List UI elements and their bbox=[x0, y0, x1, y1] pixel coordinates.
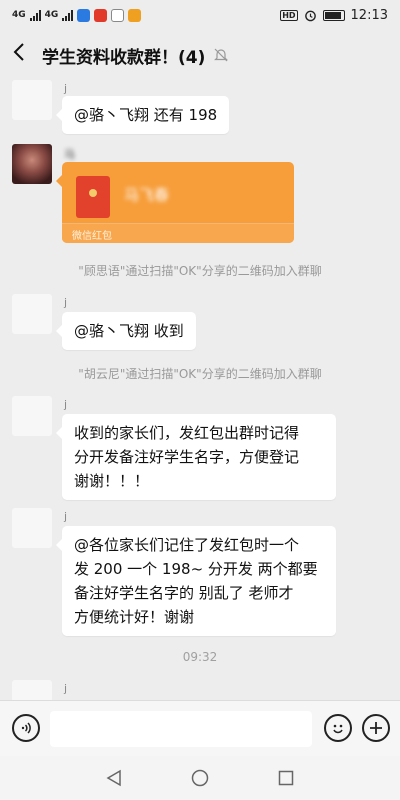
red-packet-footer: 微信红包 bbox=[62, 223, 294, 243]
mute-bell-icon bbox=[214, 48, 229, 62]
sender-name: j bbox=[64, 510, 68, 523]
signal-label-2: 4G bbox=[44, 9, 59, 20]
plus-more-icon[interactable] bbox=[362, 714, 390, 742]
nav-home-icon[interactable] bbox=[190, 768, 210, 788]
status-time: 12:13 bbox=[350, 7, 388, 23]
system-notice: "顾思语"通过扫描"OK"分享的二维码加入群聊 bbox=[78, 264, 322, 278]
emoji-icon[interactable] bbox=[324, 714, 352, 742]
nav-recents-icon[interactable] bbox=[276, 768, 296, 788]
message-list[interactable]: j @骆丶飞翔 还有 198 马 马飞春 微信红包 "顾思语"通过扫描"OK"分… bbox=[0, 80, 400, 700]
timestamp: 09:32 bbox=[182, 650, 218, 664]
sender-name: j bbox=[64, 296, 68, 309]
message-line: 收到的家长们，发红包出群时记得 bbox=[74, 424, 300, 442]
nav-back-icon[interactable] bbox=[104, 768, 124, 788]
message-bubble[interactable]: 收到的家长们，发红包出群时记得 分开发备注好学生名字，方便登记 谢谢！！！ bbox=[56, 414, 336, 500]
message-line: @各位家长们记住了发红包时一个 bbox=[74, 536, 300, 554]
red-packet-message[interactable]: 马飞春 微信红包 bbox=[56, 162, 294, 243]
avatar[interactable] bbox=[12, 80, 52, 120]
input-bar bbox=[0, 700, 400, 756]
status-right: HD 12:13 bbox=[280, 8, 388, 23]
app-notification-icon bbox=[77, 8, 91, 22]
message-bubble[interactable]: @各位家长们记住了发红包时一个 发 200 一个 198~ 分开发 两个都要 备… bbox=[56, 526, 336, 636]
red-packet-icon bbox=[76, 176, 110, 218]
battery-icon bbox=[322, 9, 345, 21]
system-nav-bar bbox=[0, 756, 400, 800]
sender-name: 马 bbox=[64, 148, 75, 161]
avatar[interactable] bbox=[12, 680, 52, 700]
news-app-icon bbox=[94, 8, 108, 22]
message-input[interactable] bbox=[50, 711, 312, 747]
chat-title: 学生资料收款群！(4) bbox=[42, 47, 206, 68]
message-bubble[interactable]: @骆丶飞翔 收到 bbox=[56, 312, 196, 350]
message-line: 备注好学生名字的 别乱了 老师才 bbox=[74, 584, 294, 602]
taobao-icon bbox=[128, 8, 142, 22]
red-packet-title: 马飞春 bbox=[124, 186, 170, 204]
hd-icon: HD bbox=[280, 9, 298, 21]
message-line: 谢谢！！！ bbox=[74, 472, 150, 490]
chat-header: 学生资料收款群！(4) bbox=[0, 30, 400, 80]
avatar[interactable] bbox=[12, 294, 52, 334]
signal-label-1: 4G bbox=[12, 9, 26, 20]
status-bar: 4G 4G HD 12:13 bbox=[0, 0, 400, 30]
avatar[interactable] bbox=[12, 396, 52, 436]
sender-name: j bbox=[64, 682, 68, 695]
sender-name: j bbox=[64, 82, 68, 95]
message-line: 分开发备注好学生名字，方便登记 bbox=[74, 448, 300, 466]
sender-name: j bbox=[64, 398, 68, 411]
avatar[interactable] bbox=[12, 508, 52, 548]
message-line: 方便统计好！谢谢 bbox=[74, 608, 195, 626]
signal-bars-2-icon bbox=[62, 9, 74, 21]
avatar[interactable] bbox=[12, 144, 52, 184]
message-bubble[interactable]: @骆丶飞翔 还有 198 bbox=[55, 96, 230, 134]
app-notification-icon-2 bbox=[111, 8, 125, 22]
signal-bars-icon bbox=[29, 9, 41, 21]
alarm-icon bbox=[304, 10, 316, 21]
status-left: 4G 4G bbox=[12, 8, 142, 22]
message-line: 发 200 一个 198~ 分开发 两个都要 bbox=[74, 560, 318, 578]
system-notice: "胡云尼"通过扫描"OK"分享的二维码加入群聊 bbox=[78, 367, 322, 381]
voice-input-icon[interactable] bbox=[12, 714, 40, 742]
back-arrow-icon[interactable] bbox=[12, 42, 36, 68]
